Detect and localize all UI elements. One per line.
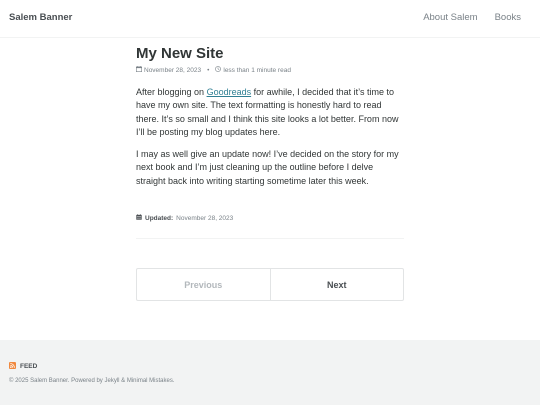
post-updated: Updated: November 28, 2023 <box>136 214 404 222</box>
post-title: My New Site <box>136 45 224 62</box>
nav-link-books[interactable]: Books <box>495 12 521 23</box>
post-meta: November 28, 2023 • less than 1 minute r… <box>136 66 404 74</box>
rss-icon <box>9 362 16 371</box>
clock-icon <box>215 66 222 74</box>
feed-label: FEED <box>20 363 38 370</box>
post-paragraph-1: After blogging on Goodreads for awhile, … <box>136 86 404 139</box>
meta-separator: • <box>207 66 210 74</box>
goodreads-link[interactable]: Goodreads <box>207 87 252 97</box>
pagination: Previous Next <box>136 268 404 301</box>
post-article: My New Site November 28, 2023 • less tha… <box>136 44 404 240</box>
updated-label: Updated: <box>145 214 174 222</box>
masthead: Salem Banner About Salem Books <box>0 0 540 38</box>
post-read-time: less than 1 minute read <box>223 66 291 74</box>
updated-date: November 28, 2023 <box>176 214 234 222</box>
post-paragraph-2: I may as well give an update now! I’ve d… <box>136 149 399 186</box>
copyright-text: © 2025 Salem Banner. Powered by Jekyll &… <box>9 378 175 384</box>
feed-link[interactable]: FEED <box>9 362 37 371</box>
post-content: After blogging on Goodreads for awhile, … <box>136 86 404 188</box>
nav-link-about-salem[interactable]: About Salem <box>423 12 477 23</box>
calendar-icon <box>136 214 142 222</box>
main-nav: About Salem Books <box>423 12 521 23</box>
paragraph-text: After blogging on <box>136 87 207 97</box>
next-button[interactable]: Next <box>271 269 404 300</box>
site-title-link[interactable]: Salem Banner <box>9 12 72 23</box>
previous-button[interactable]: Previous <box>137 269 271 300</box>
content-divider <box>136 238 404 240</box>
page-footer: FEED © 2025 Salem Banner. Powered by Jek… <box>0 340 540 405</box>
post-date: November 28, 2023 <box>144 66 202 74</box>
calendar-icon <box>136 66 142 74</box>
